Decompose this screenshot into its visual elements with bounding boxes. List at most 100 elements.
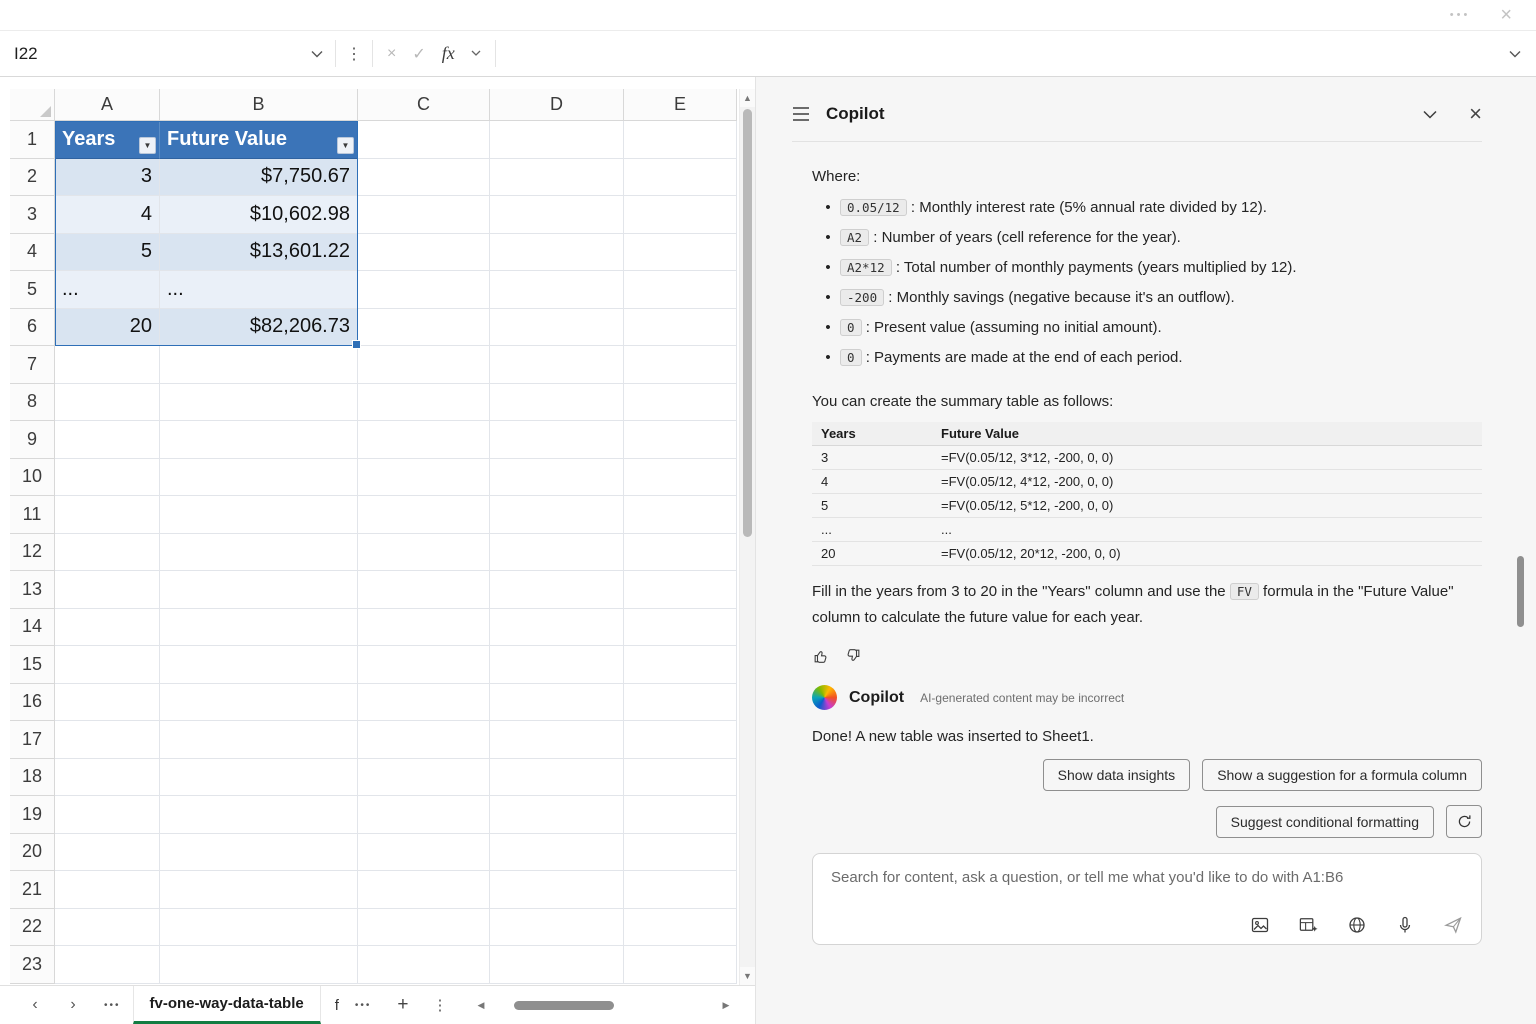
formula-bar-expand-icon[interactable] — [1494, 31, 1536, 76]
cell-E5[interactable] — [624, 271, 737, 309]
row-header-14[interactable]: 14 — [10, 609, 55, 647]
refresh-suggestions-button[interactable] — [1446, 805, 1482, 838]
cell-B19[interactable] — [160, 796, 358, 834]
tab-next-icon[interactable]: › — [54, 996, 92, 1014]
cell-C22[interactable] — [358, 909, 490, 947]
cell-B15[interactable] — [160, 646, 358, 684]
cell-B1[interactable]: Future Value▼ — [160, 121, 358, 159]
cell-A3[interactable]: 4 — [55, 196, 160, 234]
row-header-8[interactable]: 8 — [10, 384, 55, 422]
window-close-icon[interactable]: × — [1500, 5, 1512, 25]
tabs-more-icon[interactable]: ••• — [92, 1000, 133, 1011]
cell-E21[interactable] — [624, 871, 737, 909]
row-header-18[interactable]: 18 — [10, 759, 55, 797]
cell-D5[interactable] — [490, 271, 624, 309]
name-box-chevron-icon[interactable] — [311, 50, 323, 58]
sheet-options-icon[interactable]: ⋮ — [423, 996, 458, 1014]
function-chevron-icon[interactable] — [471, 50, 481, 57]
row-header-11[interactable]: 11 — [10, 496, 55, 534]
cell-C16[interactable] — [358, 684, 490, 722]
cell-D6[interactable] — [490, 309, 624, 347]
cell-C12[interactable] — [358, 534, 490, 572]
sheet-tab-active[interactable]: fv-one-way-data-table — [133, 986, 321, 1024]
cell-E7[interactable] — [624, 346, 737, 384]
cell-C9[interactable] — [358, 421, 490, 459]
cell-A21[interactable] — [55, 871, 160, 909]
cell-B3[interactable]: $10,602.98 — [160, 196, 358, 234]
scroll-left-icon[interactable]: ◀ — [478, 1000, 485, 1011]
cell-C2[interactable] — [358, 159, 490, 197]
horizontal-scroll-track[interactable] — [494, 1001, 712, 1010]
cell-E10[interactable] — [624, 459, 737, 497]
row-header-13[interactable]: 13 — [10, 571, 55, 609]
cell-D9[interactable] — [490, 421, 624, 459]
cell-B14[interactable] — [160, 609, 358, 647]
cell-D18[interactable] — [490, 759, 624, 797]
show-data-insights-button[interactable]: Show data insights — [1043, 759, 1191, 791]
cell-D1[interactable] — [490, 121, 624, 159]
cell-D21[interactable] — [490, 871, 624, 909]
cell-A18[interactable] — [55, 759, 160, 797]
filter-icon[interactable]: ▼ — [337, 137, 354, 154]
cell-D7[interactable] — [490, 346, 624, 384]
thumbs-up-icon[interactable] — [812, 647, 830, 665]
cell-B8[interactable] — [160, 384, 358, 422]
cell-A22[interactable] — [55, 909, 160, 947]
cell-B9[interactable] — [160, 421, 358, 459]
web-globe-icon[interactable] — [1347, 915, 1367, 935]
cell-E4[interactable] — [624, 234, 737, 272]
cell-B11[interactable] — [160, 496, 358, 534]
formula-input[interactable] — [496, 31, 1494, 76]
vertical-scroll-track[interactable] — [740, 107, 755, 967]
cell-A1[interactable]: Years▼ — [55, 121, 160, 159]
cell-D3[interactable] — [490, 196, 624, 234]
row-header-10[interactable]: 10 — [10, 459, 55, 497]
cell-C15[interactable] — [358, 646, 490, 684]
row-header-12[interactable]: 12 — [10, 534, 55, 572]
cell-E8[interactable] — [624, 384, 737, 422]
filter-icon[interactable]: ▼ — [139, 137, 156, 154]
scroll-right-icon[interactable]: ▶ — [722, 1000, 729, 1011]
cell-A11[interactable] — [55, 496, 160, 534]
cell-C5[interactable] — [358, 271, 490, 309]
add-sheet-icon[interactable]: + — [383, 994, 422, 1016]
cell-B21[interactable] — [160, 871, 358, 909]
collapse-panel-chevron-icon[interactable] — [1423, 110, 1437, 119]
hamburger-menu-icon[interactable] — [792, 107, 810, 121]
cell-E19[interactable] — [624, 796, 737, 834]
row-header-2[interactable]: 2 — [10, 159, 55, 197]
cell-D10[interactable] — [490, 459, 624, 497]
vertical-scroll-thumb[interactable] — [743, 109, 752, 537]
cell-B5[interactable]: ... — [160, 271, 358, 309]
cell-E18[interactable] — [624, 759, 737, 797]
close-panel-icon[interactable]: × — [1469, 103, 1482, 125]
cell-C4[interactable] — [358, 234, 490, 272]
cell-D13[interactable] — [490, 571, 624, 609]
cell-D23[interactable] — [490, 946, 624, 984]
row-header-4[interactable]: 4 — [10, 234, 55, 272]
cell-E16[interactable] — [624, 684, 737, 722]
cancel-entry-icon[interactable]: × — [387, 45, 396, 63]
cell-B10[interactable] — [160, 459, 358, 497]
cell-A23[interactable] — [55, 946, 160, 984]
table-sparkle-icon[interactable] — [1298, 915, 1319, 935]
cell-A14[interactable] — [55, 609, 160, 647]
cell-C8[interactable] — [358, 384, 490, 422]
cell-D16[interactable] — [490, 684, 624, 722]
cell-D14[interactable] — [490, 609, 624, 647]
name-box[interactable]: I22 — [0, 31, 335, 76]
cell-E13[interactable] — [624, 571, 737, 609]
cell-E1[interactable] — [624, 121, 737, 159]
row-header-22[interactable]: 22 — [10, 909, 55, 947]
cell-D8[interactable] — [490, 384, 624, 422]
panel-scroll-thumb[interactable] — [1517, 556, 1524, 627]
cell-C17[interactable] — [358, 721, 490, 759]
thumbs-down-icon[interactable] — [844, 647, 862, 665]
row-header-6[interactable]: 6 — [10, 309, 55, 347]
column-header-A[interactable]: A — [55, 89, 160, 121]
cell-B20[interactable] — [160, 834, 358, 872]
conditional-formatting-button[interactable]: Suggest conditional formatting — [1216, 806, 1434, 838]
row-header-3[interactable]: 3 — [10, 196, 55, 234]
cell-B2[interactable]: $7,750.67 — [160, 159, 358, 197]
cell-B4[interactable]: $13,601.22 — [160, 234, 358, 272]
